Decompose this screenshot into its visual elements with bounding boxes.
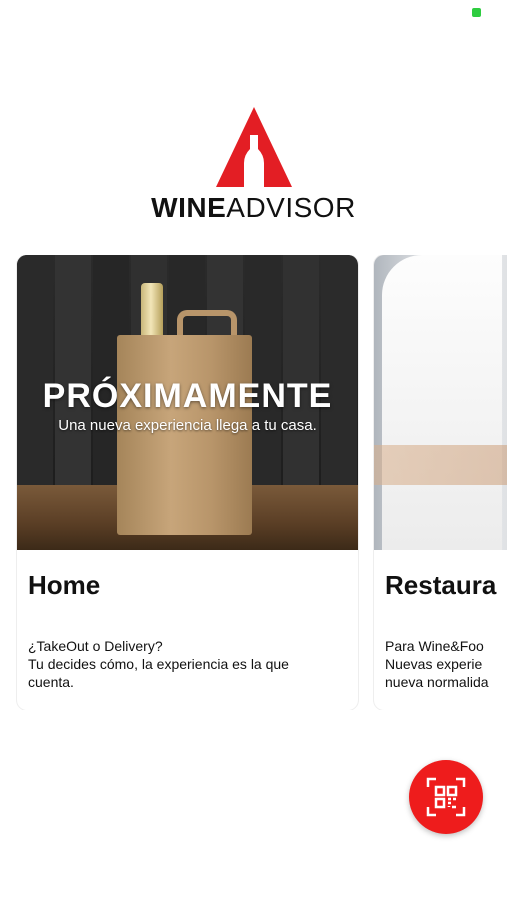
paper-bag-icon (117, 335, 252, 535)
brand-wordmark: WINEADVISOR (0, 192, 507, 224)
card-restaurant[interactable]: Restaura Para Wine&Foo Nuevas experie nu… (374, 255, 507, 710)
card-home[interactable]: PRÓXIMAMENTE Una nueva experiencia llega… (17, 255, 358, 710)
card-title: Restaura (385, 570, 497, 600)
category-carousel[interactable]: PRÓXIMAMENTE Una nueva experiencia llega… (0, 255, 507, 710)
card-description: ¿TakeOut o Delivery? Tu decides cómo, la… (28, 638, 289, 690)
brand-bold: WINE (151, 192, 227, 223)
card-description: Para Wine&Foo Nuevas experie nueva norma… (385, 638, 489, 690)
promo-subtitle: Una nueva experiencia llega a tu casa. (58, 417, 317, 434)
card-title: Home (28, 570, 101, 600)
promo-title: PRÓXIMAMENTE (42, 377, 333, 415)
card-home-image: PRÓXIMAMENTE Una nueva experiencia llega… (17, 255, 358, 550)
wine-bottle-icon (141, 283, 163, 343)
wine-triangle-logo-icon (215, 107, 292, 187)
qr-scan-icon (426, 777, 466, 817)
brand-light: ADVISOR (226, 192, 356, 223)
qr-scan-button[interactable] (409, 760, 483, 834)
status-indicator (472, 8, 481, 17)
card-restaurant-image (374, 255, 507, 550)
